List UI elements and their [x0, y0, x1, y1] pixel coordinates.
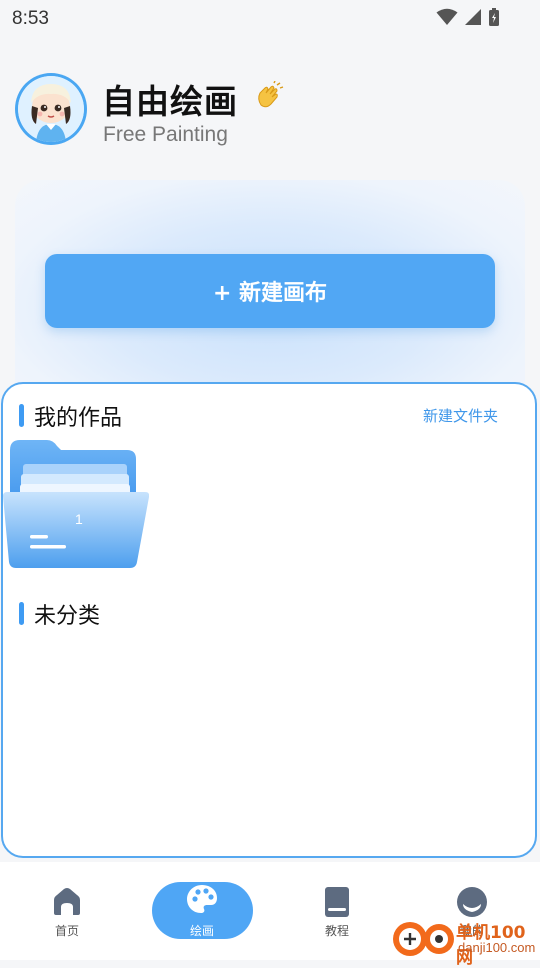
nav-label: 首页: [54, 924, 79, 938]
new-folder-link[interactable]: 新建文件夹: [423, 405, 498, 426]
nav-item-painting[interactable]: 绘画: [152, 862, 252, 960]
nav-item-home[interactable]: 首页: [17, 862, 117, 960]
home-icon: [54, 888, 80, 915]
profile-icon: [457, 887, 487, 917]
cellular-signal-icon: [465, 9, 481, 25]
avatar[interactable]: [15, 73, 87, 145]
hero-card: + 新建画布: [15, 180, 525, 410]
uncategorized-section-title: 未分类: [34, 604, 101, 629]
nav-label: 绘画: [189, 924, 214, 938]
app-title: 自由绘画: [102, 82, 238, 121]
nav-item-tutorial[interactable]: 教程: [287, 862, 387, 960]
new-canvas-button[interactable]: + 新建画布: [45, 254, 495, 328]
clapping-hands-icon: [258, 81, 284, 108]
avatar-illustration: [18, 76, 84, 142]
folder-item[interactable]: 1: [3, 438, 150, 570]
folder-item-count: 1: [75, 511, 83, 527]
status-time: 8:53: [12, 8, 49, 29]
section-marker: [19, 404, 24, 427]
works-panel: 我的作品 新建文件夹 1 未分类: [1, 382, 537, 858]
battery-icon: [489, 8, 499, 26]
status-bar: 8:53: [0, 0, 540, 36]
works-section-title: 我的作品: [34, 406, 123, 431]
wifi-icon: [436, 8, 458, 25]
status-icons: [436, 7, 500, 27]
nav-label: 教程: [324, 924, 349, 938]
book-icon: [325, 887, 349, 917]
app-subtitle: Free Painting: [103, 123, 228, 146]
folder-icon: [3, 440, 150, 568]
watermark-subtext: danji100.com: [458, 940, 536, 955]
section-marker: [19, 602, 24, 625]
header: 自由绘画 Free Painting: [15, 73, 525, 153]
palette-icon: [187, 885, 217, 913]
